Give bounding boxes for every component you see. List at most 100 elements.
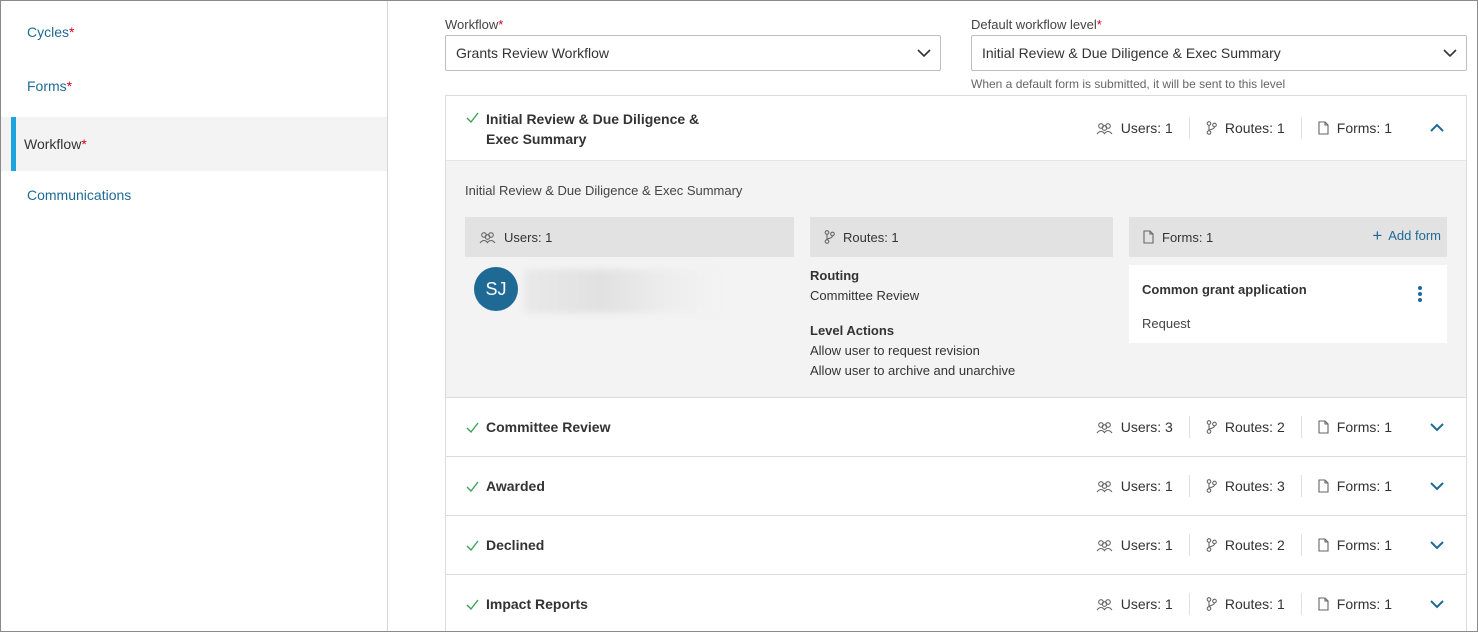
plus-icon: + — [1372, 225, 1383, 245]
chevron-up-icon — [1430, 123, 1444, 132]
users-icon — [1096, 539, 1113, 551]
routes-metric: Routes: 3 — [1188, 475, 1301, 497]
forms-count: Forms: 1 — [1336, 537, 1392, 553]
forms-metric: Forms: 1 — [1300, 117, 1408, 139]
routing-value: Committee Review — [810, 288, 920, 303]
users-count: Users: 3 — [1120, 419, 1173, 435]
level-actions-heading: Level Actions — [810, 323, 895, 338]
routes-icon — [1206, 420, 1217, 434]
workflow-select-value: Grants Review Workflow — [456, 45, 610, 61]
workflow-label-text: Workflow — [445, 17, 499, 32]
expand-toggle[interactable] — [1408, 540, 1466, 550]
users-icon — [1096, 421, 1113, 433]
users-metric: Users: 1 — [1080, 534, 1189, 556]
routes-icon — [1206, 121, 1217, 135]
required-marker: * — [1096, 17, 1102, 32]
users-count: Users: 1 — [1120, 537, 1173, 553]
document-icon — [1318, 538, 1329, 552]
routes-metric: Routes: 2 — [1188, 416, 1301, 438]
chevron-down-icon — [1443, 49, 1457, 58]
users-count: Users: 1 — [1120, 478, 1173, 494]
document-icon — [1318, 597, 1329, 611]
routes-icon — [1206, 597, 1217, 611]
level-metrics: Users: 1 Routes: 1 Forms: 1 — [1080, 96, 1466, 160]
chevron-down-icon — [1430, 541, 1444, 550]
sidebar-item-label: Communications — [27, 187, 132, 203]
users-metric: Users: 1 — [1080, 475, 1189, 497]
users-count: Users: 1 — [1120, 120, 1173, 136]
workflow-level-committee-review[interactable]: Committee Review Users: 3 Routes: 2 Form… — [445, 397, 1467, 457]
level-name-line2: Exec Summary — [486, 131, 587, 147]
level-header[interactable]: Declined Users: 1 Routes: 2 Forms: 1 — [446, 516, 1466, 574]
sidebar: Cycles * Forms * Workflow * Communications — [1, 1, 388, 631]
app-frame: Cycles * Forms * Workflow * Communications … — [0, 0, 1478, 632]
sidebar-item-workflow[interactable]: Workflow * — [1, 117, 387, 171]
forms-metric: Forms: 1 — [1300, 416, 1408, 438]
level-name: Initial Review & Due Diligence & Exec Su… — [486, 109, 699, 149]
workflow-level-awarded[interactable]: Awarded Users: 1 Routes: 3 Forms: 1 — [445, 456, 1467, 516]
form-type: Request — [1142, 316, 1191, 331]
check-icon — [466, 599, 479, 611]
default-level-select-value: Initial Review & Due Diligence & Exec Su… — [982, 45, 1281, 61]
detail-title: Initial Review & Due Diligence & Exec Su… — [465, 183, 743, 198]
collapse-toggle[interactable] — [1408, 123, 1466, 133]
more-options-icon[interactable] — [1417, 286, 1423, 302]
required-marker: * — [69, 24, 75, 40]
routes-column-header: Routes: 1 — [810, 217, 1113, 257]
level-name: Declined — [486, 537, 545, 553]
level-header[interactable]: Impact Reports Users: 1 Routes: 1 Forms:… — [446, 575, 1466, 631]
routes-count: Routes: 3 — [1224, 478, 1285, 494]
level-detail-panel: Initial Review & Due Diligence & Exec Su… — [446, 160, 1466, 398]
level-action-item: Allow user to archive and unarchive — [810, 363, 1016, 378]
forms-column-header: Forms: 1 + Add form — [1129, 217, 1447, 257]
routes-count: Routes: 1 — [1224, 596, 1285, 612]
routes-icon — [1206, 479, 1217, 493]
routes-count: Routes: 2 — [1224, 419, 1285, 435]
routing-heading: Routing — [810, 268, 860, 283]
forms-count: Forms: 1 — [1336, 478, 1392, 494]
expand-toggle[interactable] — [1408, 422, 1466, 432]
users-icon — [1096, 480, 1113, 492]
redacted-user-name — [524, 269, 718, 313]
document-icon — [1318, 479, 1329, 493]
routes-count: Routes: 2 — [1224, 537, 1285, 553]
default-level-label-text: Default workflow level — [971, 17, 1097, 32]
routes-metric: Routes: 1 — [1188, 593, 1301, 615]
users-header-text: Users: 1 — [504, 229, 553, 245]
workflow-level-declined[interactable]: Declined Users: 1 Routes: 2 Forms: 1 — [445, 515, 1467, 575]
default-level-helper: When a default form is submitted, it wil… — [971, 77, 1286, 91]
document-icon — [1143, 230, 1154, 244]
level-action-item: Allow user to request revision — [810, 343, 980, 358]
level-header[interactable]: Committee Review Users: 3 Routes: 2 Form… — [446, 398, 1466, 456]
sidebar-item-forms[interactable]: Forms * — [1, 59, 387, 113]
form-name: Common grant application — [1142, 282, 1307, 297]
workflow-select[interactable]: Grants Review Workflow — [445, 35, 941, 71]
required-marker: * — [66, 78, 73, 94]
main-content: Workflow* Grants Review Workflow Default… — [445, 1, 1467, 631]
forms-count: Forms: 1 — [1336, 120, 1392, 136]
default-level-label: Default workflow level* — [971, 17, 1102, 32]
level-header[interactable]: Initial Review & Due Diligence & Exec Su… — [446, 96, 1466, 160]
sidebar-item-label: Cycles — [27, 24, 70, 40]
forms-metric: Forms: 1 — [1300, 593, 1408, 615]
sidebar-item-label: Forms — [27, 78, 67, 94]
routes-metric: Routes: 2 — [1188, 534, 1301, 556]
users-icon — [479, 231, 496, 243]
expand-toggle[interactable] — [1408, 599, 1466, 609]
workflow-label: Workflow* — [445, 17, 503, 32]
document-icon — [1318, 420, 1329, 434]
users-column-header: Users: 1 — [465, 217, 794, 257]
routes-icon — [1206, 538, 1217, 552]
workflow-level-impact-reports[interactable]: Impact Reports Users: 1 Routes: 1 Forms:… — [445, 574, 1467, 631]
expand-toggle[interactable] — [1408, 481, 1466, 491]
level-header[interactable]: Awarded Users: 1 Routes: 3 Forms: 1 — [446, 457, 1466, 515]
level-name-line1: Initial Review & Due Diligence & — [486, 111, 700, 127]
routes-metric: Routes: 1 — [1188, 117, 1301, 139]
level-metrics: Users: 1 Routes: 1 Forms: 1 — [1080, 575, 1466, 631]
avatar: SJ — [474, 267, 518, 311]
default-level-select[interactable]: Initial Review & Due Diligence & Exec Su… — [971, 35, 1467, 71]
sidebar-item-communications[interactable]: Communications — [1, 168, 387, 222]
add-form-label: Add form — [1388, 228, 1441, 243]
sidebar-item-cycles[interactable]: Cycles * — [1, 5, 387, 59]
add-form-button[interactable]: + Add form — [1372, 225, 1441, 245]
